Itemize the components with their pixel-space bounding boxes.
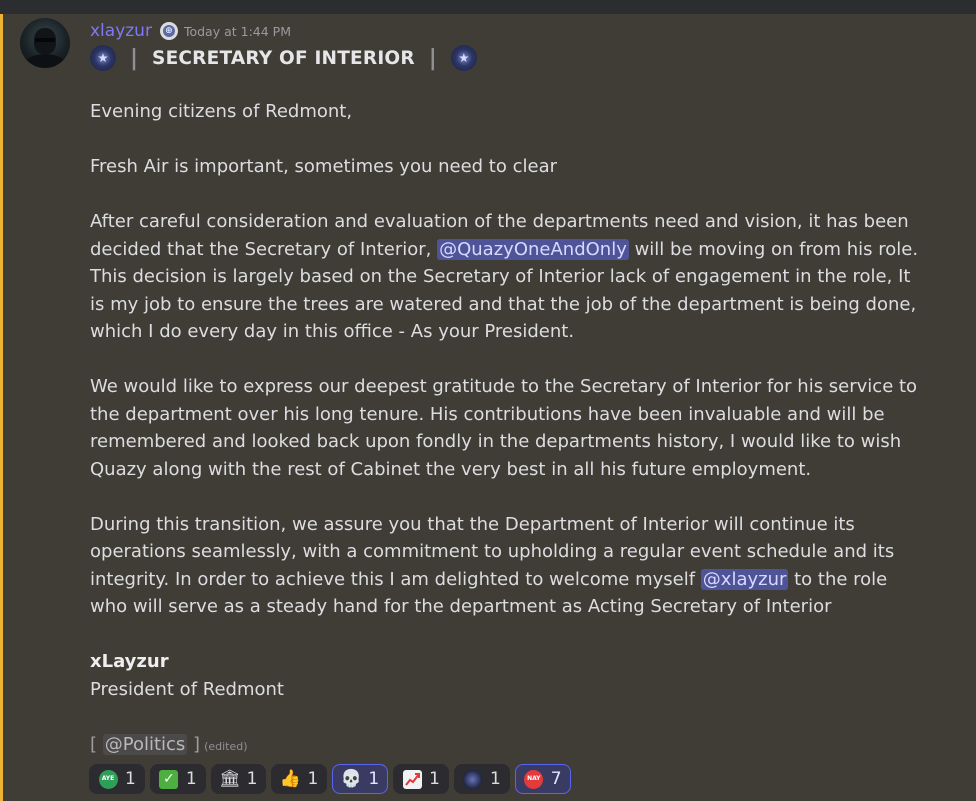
highlight-bar xyxy=(0,14,3,801)
seal-icon xyxy=(463,769,483,789)
title-row: | SECRETARY OF INTERIOR | xyxy=(90,44,477,72)
reaction-chart[interactable]: 1 xyxy=(393,764,449,794)
signature: xLayzur President of Redmont xyxy=(90,648,930,703)
reaction-aye[interactable]: AYE 1 xyxy=(89,764,145,794)
reaction-count: 1 xyxy=(185,769,197,789)
signature-name: xLayzur xyxy=(90,651,169,672)
author-name[interactable]: xlayzur xyxy=(90,21,152,41)
signature-title: President of Redmont xyxy=(90,678,284,700)
department-seal-icon xyxy=(90,45,116,71)
reaction-count: 1 xyxy=(368,769,380,789)
check-mark-icon: ✓ xyxy=(159,769,179,789)
reaction-count: 1 xyxy=(429,769,440,789)
department-seal-icon xyxy=(450,45,477,71)
aye-icon: AYE xyxy=(98,769,118,789)
reaction-seal[interactable]: 1 xyxy=(453,764,510,794)
paragraph-greeting: Evening citizens of Redmont, xyxy=(90,101,353,122)
classical-building-icon: 🏛 xyxy=(218,769,241,789)
title-separator: | xyxy=(130,45,139,71)
message-body: Evening citizens of Redmont, Fresh Air i… xyxy=(90,98,930,788)
role-mention[interactable]: @Politics xyxy=(102,733,188,755)
title-separator: | xyxy=(428,45,437,71)
chart-increasing-icon xyxy=(402,769,422,789)
paragraph-announcement: After careful consideration and evaluati… xyxy=(90,211,919,342)
user-mention[interactable]: @QuazyOneAndOnly xyxy=(437,238,629,260)
reaction-count: 1 xyxy=(489,769,501,789)
message-title: SECRETARY OF INTERIOR xyxy=(152,47,415,69)
thumbs-up-icon: 👍 xyxy=(279,769,302,789)
timestamp[interactable]: Today at 1:44 PM xyxy=(184,24,291,39)
paragraph-transition: During this transition, we assure you th… xyxy=(90,513,895,618)
edited-label: (edited) xyxy=(204,739,248,753)
paragraph-gratitude: We would like to express our deepest gra… xyxy=(90,376,918,480)
reaction-count: 1 xyxy=(307,769,319,789)
reaction-skull[interactable]: 💀 1 xyxy=(332,764,389,794)
reaction-thumbs-up[interactable]: 👍 1 xyxy=(271,764,328,794)
message: xlayzur ⊕ Today at 1:44 PM | SECRETARY O… xyxy=(0,14,976,801)
user-mention[interactable]: @xlayzur xyxy=(700,568,789,590)
reaction-count: 7 xyxy=(550,769,562,789)
reactions: AYE 1 ✓ 1 🏛 1 👍 1 💀 1 1 1 NAY 7 xyxy=(89,764,571,794)
paragraph-fresh-air: Fresh Air is important, sometimes you ne… xyxy=(90,156,557,177)
avatar[interactable] xyxy=(20,18,70,68)
reaction-count: 1 xyxy=(246,769,258,789)
reaction-building[interactable]: 🏛 1 xyxy=(210,764,267,794)
reaction-nay[interactable]: NAY 7 xyxy=(514,764,571,794)
top-bar xyxy=(0,0,976,15)
nay-icon: NAY xyxy=(524,769,544,789)
skull-icon: 💀 xyxy=(340,769,362,789)
reaction-check[interactable]: ✓ 1 xyxy=(149,764,206,794)
reaction-count: 1 xyxy=(125,769,136,789)
message-header: xlayzur ⊕ Today at 1:44 PM xyxy=(90,20,291,42)
server-badge-icon[interactable]: ⊕ xyxy=(159,22,178,40)
role-line: [ @Politics ] (edited) xyxy=(90,733,248,755)
